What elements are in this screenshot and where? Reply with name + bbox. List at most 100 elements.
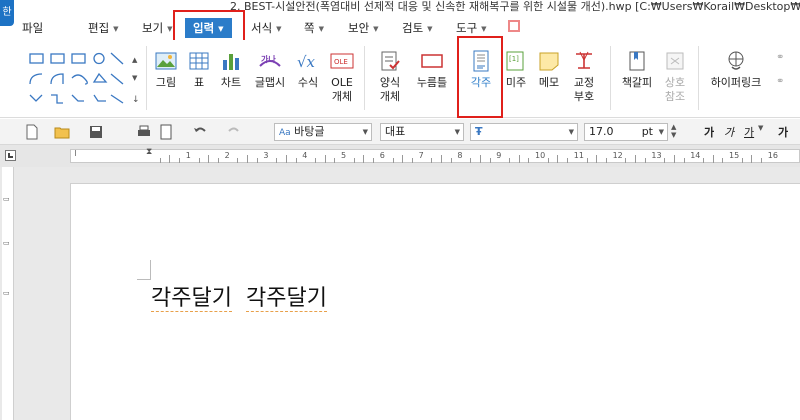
insert-table-button[interactable]: 표: [186, 50, 212, 90]
vertical-ruler[interactable]: ▭ ▭ ▭: [2, 167, 14, 420]
endnote-icon: [1]: [506, 51, 524, 71]
document-page[interactable]: 각주달기 각주달기: [70, 183, 800, 420]
ruler-tick-label: 10: [535, 151, 546, 160]
menu-view[interactable]: 보기 ▼: [142, 18, 173, 38]
ruler-tick-label: 8: [457, 151, 463, 160]
chevron-down-icon: ▼: [481, 24, 487, 33]
open-folder-icon[interactable]: [54, 124, 70, 140]
form-object-button[interactable]: 양식 개체: [375, 50, 405, 104]
proofreading-icon: [576, 51, 592, 69]
style-select[interactable]: Aa 바탕글 ▼: [274, 123, 372, 141]
insert-ole-button[interactable]: OLE OLE 개체: [328, 50, 356, 104]
ruler-tick-mark: [567, 158, 569, 163]
chevron-down-icon: ▼: [658, 128, 664, 136]
ruler-tick-mark: [644, 158, 646, 163]
ruler-tick-mark: [596, 155, 598, 163]
window-title: 2. BEST-시설안전(폭염대비 선제적 대응 및 신속한 재해복구를 위한 …: [230, 0, 800, 13]
undo-icon[interactable]: [192, 124, 208, 140]
menu-bar: 파일 편집 ▼ 보기 ▼ 입력 ▼ 서식 ▼ 쪽 ▼ 보안 ▼ 검토 ▼ 도구 ▼: [0, 10, 800, 42]
ruler-tick-label: 5: [341, 151, 347, 160]
app-logo[interactable]: 한: [0, 0, 14, 26]
horizontal-ruler[interactable]: ⧗ 1 2 3 4 5 6 7 8 9 10 11 12 13 14 15 16: [70, 148, 800, 163]
close-doc-icon[interactable]: [508, 20, 520, 32]
endnote-button[interactable]: [1] 미주: [503, 50, 529, 90]
menu-file[interactable]: 파일: [22, 18, 43, 38]
save-icon[interactable]: [88, 124, 104, 140]
text-run[interactable]: 각주달기: [151, 286, 232, 312]
ruler-tick-mark: [702, 158, 704, 163]
bold-button[interactable]: 가: [704, 124, 714, 140]
separator: [364, 46, 365, 110]
bookmark-icon: [629, 51, 645, 71]
font-name-select[interactable]: Ŧ ▼: [470, 123, 578, 141]
cross-reference-button[interactable]: 상호 참조: [660, 50, 690, 104]
ruler-tick-label: 7: [418, 151, 424, 160]
menu-tools[interactable]: 도구 ▼: [456, 18, 487, 38]
document-text[interactable]: 각주달기 각주달기: [151, 280, 327, 312]
format-toolbar: Aa 바탕글 ▼ 대표 ▼ Ŧ ▼ 17.0 pt ▼ ▲ ▼ 가 가 가 ▼ 가: [0, 119, 800, 145]
ruler-tick-mark: [247, 155, 248, 163]
chevron-down-icon: ▼: [318, 24, 324, 33]
pushpin-field-button[interactable]: 누름틀: [412, 50, 452, 90]
menu-page[interactable]: 쪽 ▼: [304, 18, 324, 38]
ruler-tick-label: 13: [651, 151, 662, 160]
insert-chart-button[interactable]: 차트: [217, 50, 245, 90]
ruler-tick-mark: [751, 155, 753, 163]
chevron-down-icon: ▼: [276, 24, 282, 33]
font-color-button[interactable]: 가: [778, 124, 788, 140]
tab-type-icon[interactable]: [5, 150, 16, 161]
svg-text:OLE: OLE: [334, 58, 348, 66]
menu-edit[interactable]: 편집 ▼: [88, 18, 119, 38]
ruler-tick-mark: [256, 158, 258, 163]
underline-button[interactable]: 가: [744, 124, 754, 140]
ruler-tick-label: 14: [690, 151, 701, 160]
ruler-tick-mark: [208, 155, 210, 163]
unlink-icon[interactable]: ⚭: [776, 76, 784, 87]
ruler-tick-mark: [489, 158, 491, 163]
preview-icon[interactable]: [158, 124, 174, 140]
margin-marker: [137, 260, 151, 280]
ruler-tick-mark: [237, 158, 239, 163]
font-size-input[interactable]: 17.0 pt ▼: [584, 123, 668, 141]
ruler-tick-mark: [373, 158, 375, 163]
chevron-down-icon: ▼: [113, 24, 119, 33]
print-icon[interactable]: [136, 124, 152, 140]
ruler-tick-mark: [673, 155, 675, 163]
svg-text:▼: ▼: [132, 74, 138, 82]
menu-review[interactable]: 검토 ▼: [402, 18, 433, 38]
menu-security[interactable]: 보안 ▼: [348, 18, 379, 38]
memo-button[interactable]: 메모: [536, 50, 562, 90]
link-icon[interactable]: ⚭: [776, 52, 784, 63]
wordart-icon: 가나: [259, 54, 281, 67]
chevron-down-icon[interactable]: ▼: [758, 124, 763, 132]
chevron-down-icon: ▼: [373, 24, 379, 33]
size-stepper[interactable]: ▲ ▼: [671, 123, 676, 139]
hyperlink-button[interactable]: 하이퍼링크: [706, 50, 766, 90]
redo-icon[interactable]: [226, 124, 242, 140]
shapes-gallery[interactable]: ▲ ▼ ↓: [28, 50, 140, 110]
menu-format[interactable]: 서식 ▼: [251, 18, 282, 38]
picture-icon: [155, 52, 177, 70]
ruler-tick-mark: [392, 158, 394, 163]
proofreading-marks-button[interactable]: 교정 부호: [570, 50, 598, 104]
italic-button[interactable]: 가: [724, 124, 734, 140]
insert-wordart-button[interactable]: 가나 글맵시: [252, 50, 288, 90]
insert-picture-button[interactable]: 그림: [152, 50, 180, 90]
insert-equation-button[interactable]: √x 수식: [294, 50, 322, 90]
ruler-tick-mark: [169, 155, 171, 163]
bookmark-button[interactable]: 책갈피: [620, 50, 654, 90]
font-language-select[interactable]: 대표 ▼: [380, 123, 464, 141]
ruler-tick-mark: [741, 158, 743, 163]
hyperlink-icon: [728, 51, 744, 70]
indent-marker[interactable]: ⧗: [146, 148, 152, 157]
ruler-tick-mark: [664, 158, 666, 163]
ruler-tick-mark: [314, 158, 316, 163]
ruler-tick-mark: [75, 150, 76, 156]
text-run[interactable]: 각주달기: [245, 286, 327, 312]
ruler-tick-mark: [198, 158, 200, 163]
ribbon: ▲ ▼ ↓ 그림 표 차트 가나 글맵시 √x 수식 OLE OLE 개체 양식…: [0, 36, 800, 118]
new-document-icon[interactable]: [24, 124, 40, 140]
ruler-tick-mark: [217, 158, 219, 163]
chart-icon: [223, 54, 239, 70]
ruler-tick-label: 12: [612, 151, 623, 160]
